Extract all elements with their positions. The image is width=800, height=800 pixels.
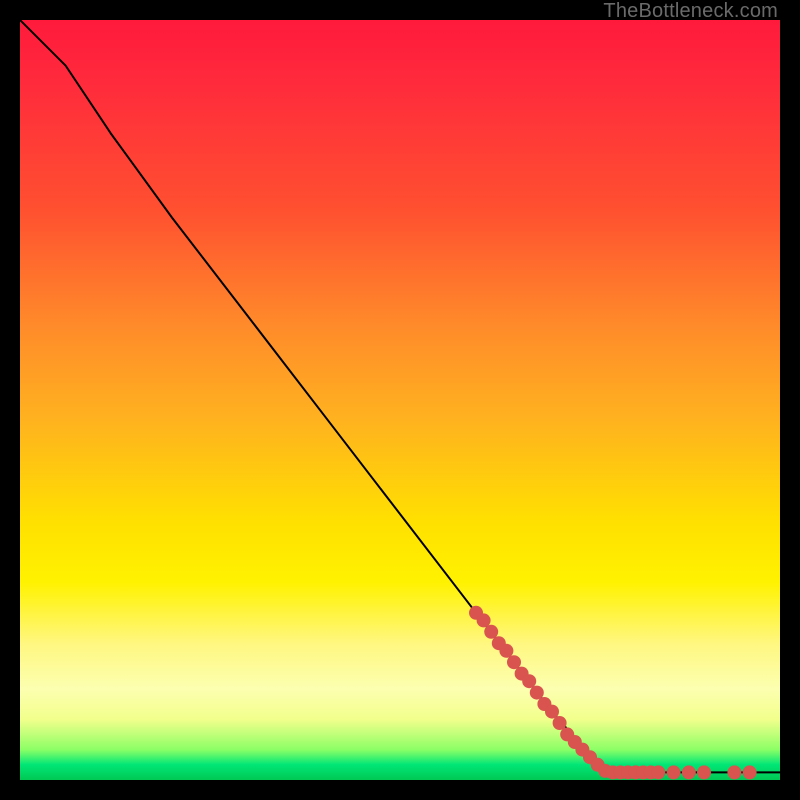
highlight-dot xyxy=(575,743,589,757)
highlight-dot xyxy=(598,764,612,778)
plot-area xyxy=(20,20,780,780)
highlight-dot xyxy=(682,765,696,779)
highlight-dot xyxy=(560,727,574,741)
highlight-dot xyxy=(629,765,643,779)
highlight-dot xyxy=(492,636,506,650)
highlight-dot xyxy=(636,765,650,779)
highlight-dot xyxy=(522,674,536,688)
highlight-dot xyxy=(613,765,627,779)
highlight-dot xyxy=(530,686,544,700)
highlight-dot xyxy=(583,750,597,764)
highlight-dot xyxy=(553,716,567,730)
highlight-dot xyxy=(644,765,658,779)
highlight-dot xyxy=(469,606,483,620)
highlight-dot xyxy=(545,705,559,719)
highlight-dot xyxy=(537,697,551,711)
chart-frame: TheBottleneck.com xyxy=(0,0,800,800)
highlight-dot xyxy=(651,765,665,779)
highlight-dots-group xyxy=(469,606,757,780)
highlight-dot xyxy=(515,667,529,681)
highlight-dot xyxy=(606,765,620,779)
highlight-dot xyxy=(727,765,741,779)
highlight-dot xyxy=(743,765,757,779)
highlight-dot xyxy=(477,613,491,627)
highlight-dot xyxy=(591,758,605,772)
highlight-dot xyxy=(507,655,521,669)
bottleneck-curve-line xyxy=(20,20,780,772)
highlight-dot xyxy=(568,735,582,749)
chart-svg xyxy=(20,20,780,780)
highlight-dot xyxy=(667,765,681,779)
highlight-dot xyxy=(499,644,513,658)
highlight-dot xyxy=(484,625,498,639)
highlight-dot xyxy=(697,765,711,779)
highlight-dot xyxy=(621,765,635,779)
